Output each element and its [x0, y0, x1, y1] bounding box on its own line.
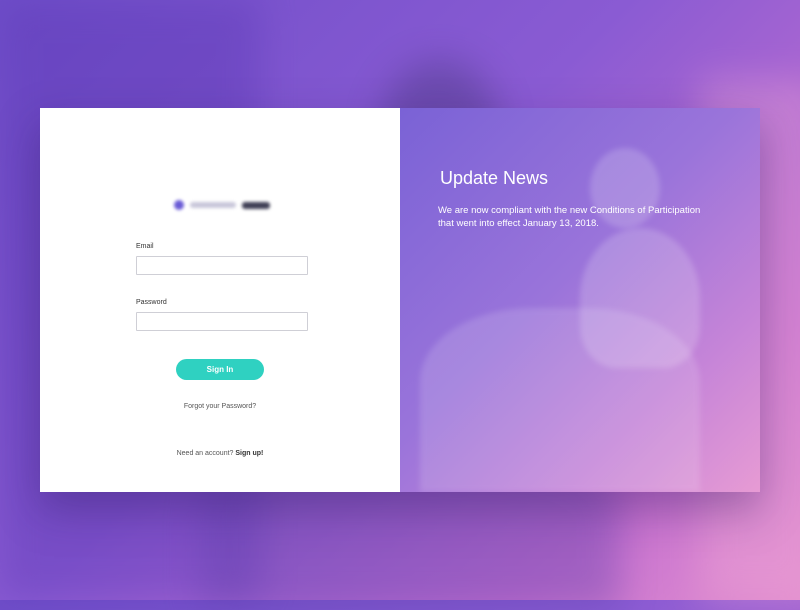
logo-mark-icon: [174, 200, 184, 210]
email-label: Email: [136, 243, 154, 250]
forgot-password-link[interactable]: Forgot your Password?: [40, 403, 400, 410]
logo-wordmark-dark: [242, 201, 270, 209]
sign-up-link[interactable]: Sign up!: [235, 450, 263, 457]
login-card: Email Password Sign In Forgot your Passw…: [40, 108, 760, 492]
password-field[interactable]: [136, 312, 308, 331]
sign-in-button[interactable]: Sign In: [176, 359, 264, 380]
news-title: Update News: [440, 168, 549, 188]
news-body: We are now compliant with the new Condit…: [438, 205, 701, 229]
news-panel: Update News We are now compliant with th…: [400, 108, 760, 492]
logo-wordmark-light: [190, 202, 236, 208]
password-label: Password: [136, 299, 167, 306]
brand-logo: [174, 198, 270, 212]
need-account-text: Need an account?: [176, 450, 234, 457]
login-panel: Email Password Sign In Forgot your Passw…: [40, 108, 400, 492]
email-field[interactable]: [136, 256, 308, 275]
news-photo-torso: [580, 228, 700, 368]
signup-prompt: Need an account? Sign up!: [40, 450, 400, 457]
